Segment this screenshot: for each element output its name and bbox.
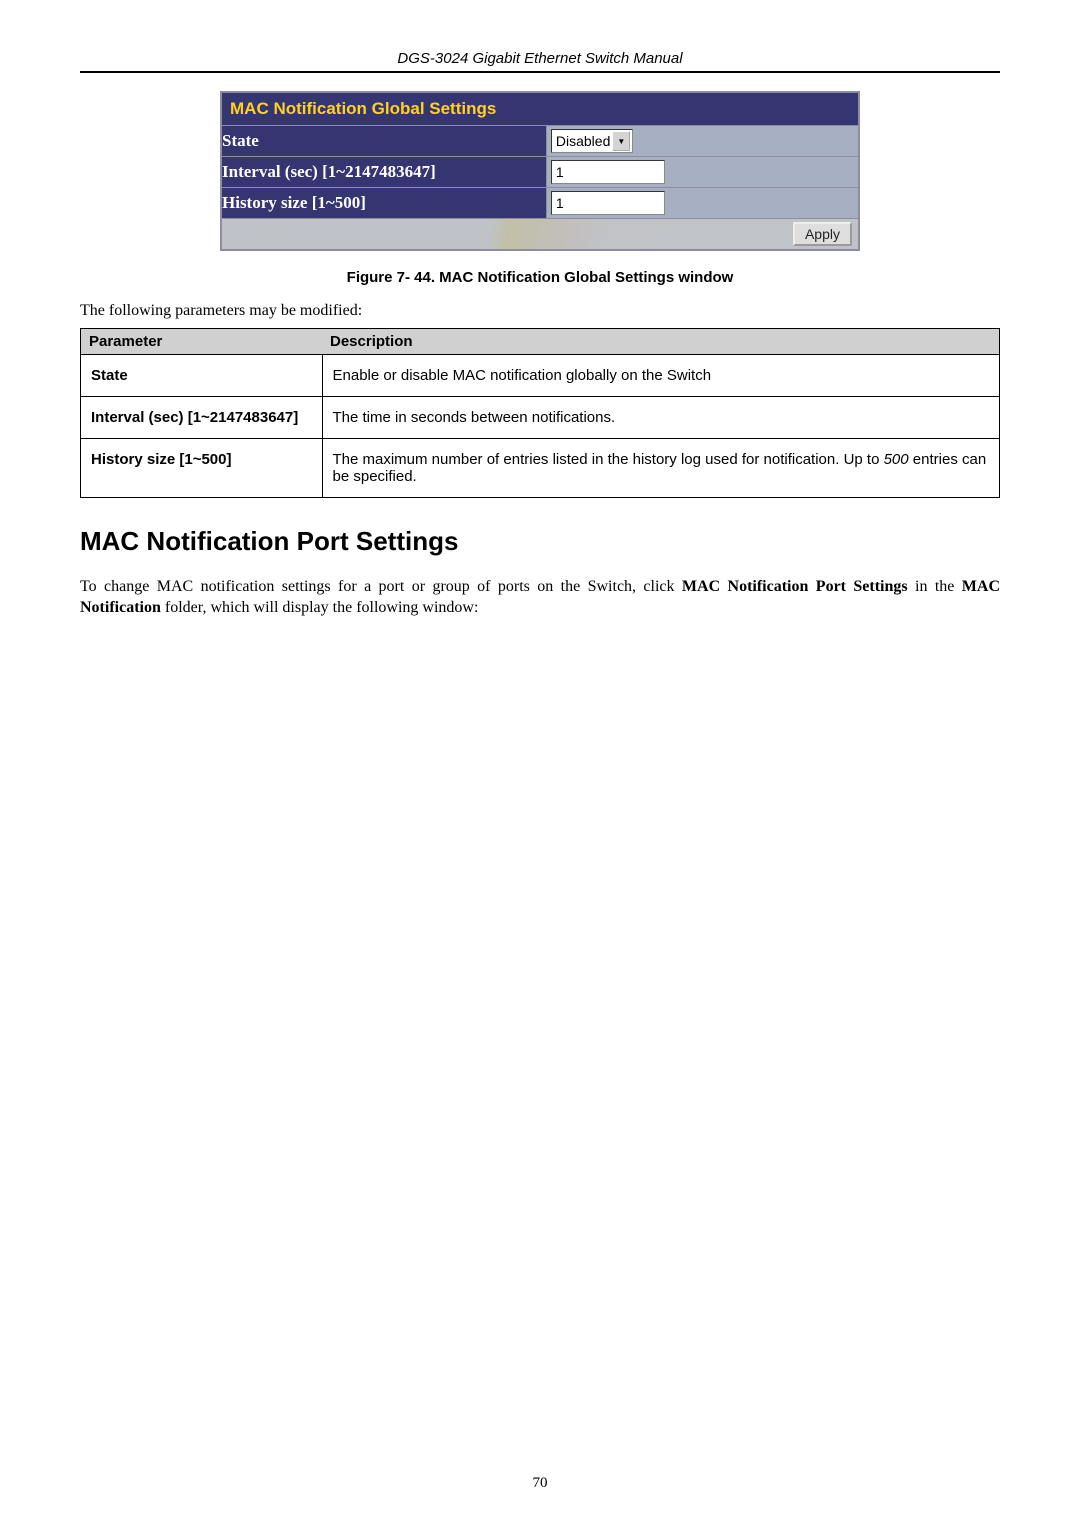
param-header-row: Parameter Description (81, 329, 1000, 355)
param-desc: The time in seconds between notification… (322, 397, 1000, 439)
body-paragraph: To change MAC notification settings for … (80, 577, 1000, 619)
apply-row: Apply (221, 219, 859, 251)
interval-label: Interval (sec) [1~2147483647] (221, 157, 546, 188)
state-label: State (221, 126, 546, 157)
mac-global-settings-panel: MAC Notification Global Settings State D… (220, 91, 860, 251)
figure-caption: Figure 7- 44. MAC Notification Global Se… (80, 269, 1000, 286)
param-header-col1: Parameter (81, 329, 323, 355)
doc-header: DGS-3024 Gigabit Ethernet Switch Manual (80, 50, 1000, 67)
state-row: State Disabled ▼ (221, 126, 859, 157)
history-input[interactable]: 1 (551, 191, 665, 215)
param-header-col2: Description (322, 329, 1000, 355)
page-number: 70 (0, 1475, 1080, 1492)
history-label: History size [1~500] (221, 188, 546, 219)
parameter-table: Parameter Description State Enable or di… (80, 328, 1000, 498)
panel-title-row: MAC Notification Global Settings (221, 92, 859, 126)
interval-input[interactable]: 1 (551, 160, 665, 184)
apply-button[interactable]: Apply (793, 222, 852, 246)
header-rule (80, 71, 1000, 73)
table-row: State Enable or disable MAC notification… (81, 355, 1000, 397)
state-select[interactable]: Disabled ▼ (551, 129, 633, 153)
figure-wrapper: MAC Notification Global Settings State D… (80, 91, 1000, 251)
table-row: History size [1~500] The maximum number … (81, 439, 1000, 498)
history-row: History size [1~500] 1 (221, 188, 859, 219)
intro-text: The following parameters may be modified… (80, 302, 1000, 320)
interval-row: Interval (sec) [1~2147483647] 1 (221, 157, 859, 188)
table-row: Interval (sec) [1~2147483647] The time i… (81, 397, 1000, 439)
panel-title: MAC Notification Global Settings (221, 92, 859, 126)
state-select-value: Disabled (556, 133, 610, 149)
param-desc: Enable or disable MAC notification globa… (322, 355, 1000, 397)
param-name: State (81, 355, 323, 397)
param-name: History size [1~500] (81, 439, 323, 498)
section-heading: MAC Notification Port Settings (80, 526, 1000, 557)
param-desc: The maximum number of entries listed in … (322, 439, 1000, 498)
chevron-down-icon[interactable]: ▼ (612, 131, 630, 151)
param-name: Interval (sec) [1~2147483647] (81, 397, 323, 439)
